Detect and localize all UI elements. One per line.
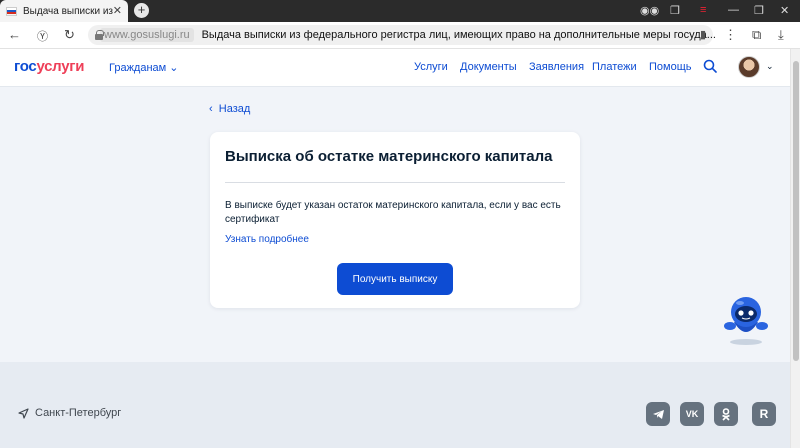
vk-icon[interactable]: VK (680, 402, 704, 426)
telegram-icon[interactable] (646, 402, 670, 426)
nav-services[interactable]: Услуги (414, 61, 448, 73)
url-page-title: Выдача выписки из федерального регистра … (201, 29, 716, 41)
back-arrow-icon[interactable]: ← (8, 27, 21, 42)
location-arrow-icon (18, 407, 29, 419)
scrollbar[interactable] (790, 49, 800, 448)
address-bar: ← Ⓨ ↻ www.gosuslugi.ru Выдача выписки из… (0, 22, 800, 49)
profile-chevron-icon[interactable]: ⌄ (766, 61, 774, 72)
url-field[interactable]: www.gosuslugi.ru Выдача выписки из федер… (88, 25, 716, 45)
tab-close-icon[interactable]: ✕ (113, 4, 122, 17)
download-icon[interactable]: ⤓ (778, 27, 784, 43)
bookmark-icon[interactable]: ▮ (700, 28, 706, 41)
chevron-down-icon: ⌄ (169, 62, 179, 74)
city-selector[interactable]: Санкт-Петербург (18, 407, 121, 419)
nav-applications[interactable]: Заявления (529, 61, 584, 73)
yandex-icon[interactable]: Ⓨ (37, 28, 48, 44)
get-statement-button[interactable]: Получить выписку (337, 263, 453, 295)
site-header: госуслуги Гражданам ⌄ Услуги Документы З… (0, 49, 790, 87)
new-tab-button[interactable]: + (134, 3, 149, 18)
browser-tab-strip: Выдача выписки из фе ✕ + ◉◉ ❐ ≡ — ❐ ✕ (0, 0, 800, 22)
avatar[interactable] (738, 56, 760, 78)
nav-help[interactable]: Помощь (649, 61, 692, 73)
tab-title: Выдача выписки из фе (23, 5, 113, 17)
robot-assistant-icon[interactable] (720, 292, 772, 346)
rutube-icon[interactable]: R (752, 402, 776, 426)
scroll-thumb[interactable] (793, 61, 799, 361)
copy-icon[interactable]: ❐ (670, 4, 680, 17)
search-icon[interactable] (703, 59, 717, 73)
extensions-icon[interactable]: ⧉ (752, 27, 761, 43)
browser-tab[interactable]: Выдача выписки из фе ✕ (0, 0, 128, 22)
ok-icon[interactable] (714, 402, 738, 426)
back-link[interactable]: ‹ Назад (209, 103, 250, 115)
nav-documents[interactable]: Документы (460, 61, 517, 73)
citizens-dropdown[interactable]: Гражданам ⌄ (109, 61, 179, 74)
url-domain: www.gosuslugi.ru (100, 28, 194, 42)
reader-icon[interactable]: ◉◉ (640, 4, 659, 17)
divider (225, 182, 565, 183)
gosuslugi-logo[interactable]: госуслуги (14, 58, 84, 75)
reload-icon[interactable]: ↻ (64, 27, 75, 43)
close-window-icon[interactable]: ✕ (780, 4, 789, 17)
minimize-icon[interactable]: — (728, 4, 739, 16)
footer: Санкт-Петербург VK R (0, 362, 790, 448)
statement-card: Выписка об остатке материнского капитала… (210, 132, 580, 308)
maximize-icon[interactable]: ❐ (754, 4, 764, 17)
page-title: Выписка об остатке материнского капитала (225, 148, 553, 165)
description-text: В выписке будет указан остаток материнск… (225, 200, 561, 225)
chevron-left-icon: ‹ (209, 103, 213, 115)
more-icon[interactable]: ⋮ (724, 27, 737, 43)
learn-more-link[interactable]: Узнать подробнее (225, 234, 309, 245)
favicon-icon (6, 6, 17, 16)
nav-payments[interactable]: Платежи (592, 61, 637, 73)
menu-icon[interactable]: ≡ (700, 4, 706, 16)
